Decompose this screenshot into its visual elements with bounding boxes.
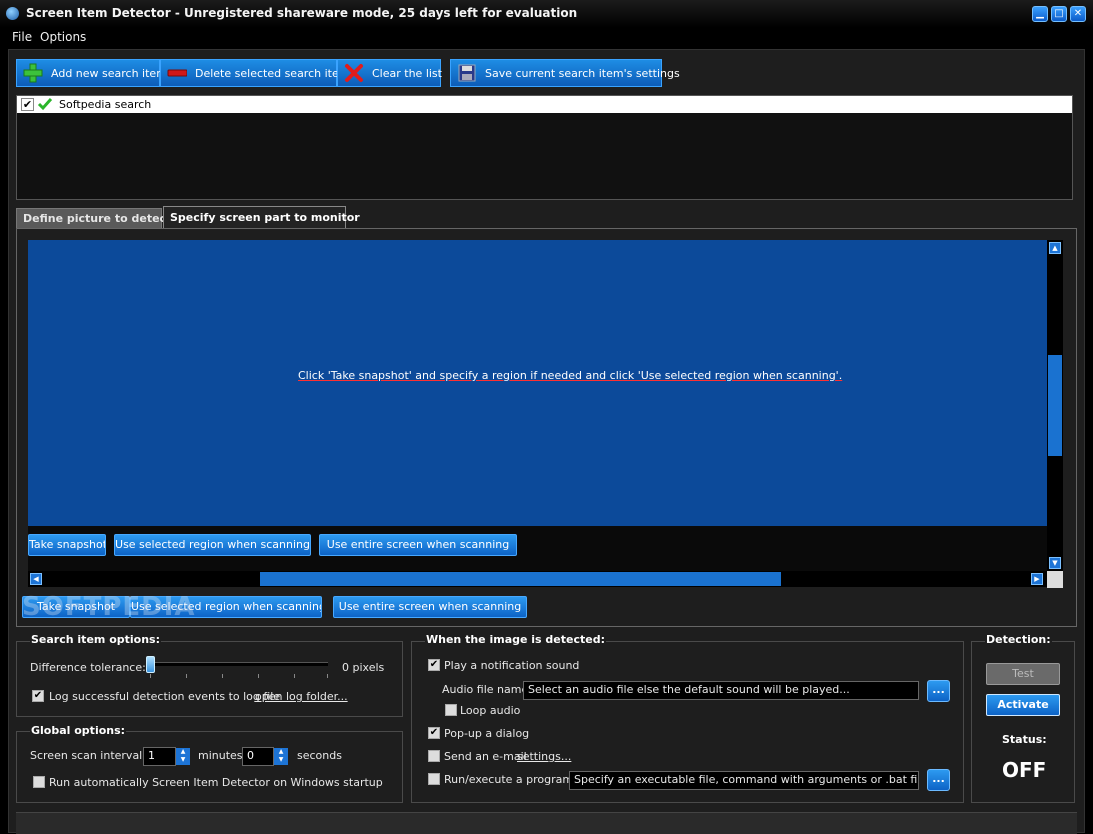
tolerance-slider-thumb[interactable]: [146, 656, 155, 673]
slider-tick: [294, 674, 295, 678]
minutes-input[interactable]: 1: [143, 747, 176, 766]
search-item-options-title: Search item options:: [30, 633, 161, 646]
seconds-input[interactable]: 0: [242, 747, 274, 766]
loop-audio-label: Loop audio: [460, 704, 521, 717]
scan-interval-label: Screen scan interval:: [30, 749, 146, 762]
run-program-checkbox[interactable]: [428, 773, 440, 785]
minus-icon: [167, 63, 188, 83]
seconds-label: seconds: [297, 749, 342, 762]
audio-file-input[interactable]: Select an audio file else the default so…: [523, 681, 919, 700]
preview-use-selected-region-button[interactable]: Use selected region when scanning: [114, 534, 311, 556]
global-options-group: [16, 731, 403, 803]
horizontal-scroll-thumb[interactable]: [260, 572, 781, 586]
play-sound-checkbox[interactable]: ✔: [428, 659, 440, 671]
add-search-item-button[interactable]: Add new search item: [16, 59, 167, 87]
list-item-label: Softpedia search: [59, 98, 152, 111]
audio-file-label: Audio file name:: [442, 683, 532, 696]
tab-specify-screen-part[interactable]: Specify screen part to monitor: [163, 206, 360, 229]
minutes-spin-icon[interactable]: ▲ ▼: [176, 748, 190, 765]
floppy-disk-icon: [457, 63, 477, 83]
loop-audio-checkbox[interactable]: [445, 704, 457, 716]
scroll-corner: [1047, 571, 1063, 588]
menu-options[interactable]: Options: [40, 30, 86, 44]
on-detect-title: When the image is detected:: [425, 633, 606, 646]
browse-audio-button[interactable]: ...: [927, 680, 950, 702]
email-settings-link[interactable]: settings...: [517, 750, 571, 763]
browse-program-button[interactable]: ...: [927, 769, 950, 791]
menu-bar: [0, 28, 1093, 48]
scroll-right-arrow-icon[interactable]: ▶: [1031, 573, 1043, 585]
clear-list-label: Clear the list: [372, 66, 442, 80]
vertical-scroll-thumb[interactable]: [1048, 355, 1062, 456]
slider-tick: [186, 674, 187, 678]
open-log-folder-link[interactable]: open log folder...: [255, 690, 348, 703]
app-icon: [6, 7, 19, 20]
clear-list-button[interactable]: Clear the list: [337, 59, 442, 87]
use-entire-screen-button[interactable]: Use entire screen when scanning: [333, 596, 527, 618]
x-icon: [344, 63, 364, 83]
green-check-icon: [37, 96, 53, 115]
send-email-checkbox[interactable]: [428, 750, 440, 762]
scroll-down-arrow-icon[interactable]: ▼: [1049, 557, 1061, 569]
log-events-label: Log successful detection events to log f…: [49, 690, 281, 703]
search-item-options-group: [16, 641, 403, 717]
delete-search-item-label: Delete selected search item: [195, 66, 350, 80]
global-options-title: Global options:: [30, 724, 127, 737]
softpedia-watermark: SOFTPEDIA: [22, 592, 196, 622]
scroll-left-arrow-icon[interactable]: ◀: [30, 573, 42, 585]
status-bar: [16, 812, 1077, 834]
run-on-startup-label: Run automatically Screen Item Detector o…: [49, 776, 383, 789]
status-label: Status:: [1002, 733, 1047, 746]
slider-tick: [222, 674, 223, 678]
slider-tick: [327, 674, 328, 678]
preview-use-entire-screen-button[interactable]: Use entire screen when scanning: [319, 534, 517, 556]
play-sound-label: Play a notification sound: [444, 659, 580, 672]
list-item[interactable]: ✔ Softpedia search: [17, 96, 1072, 113]
detection-title: Detection:: [985, 633, 1052, 646]
preview-take-snapshot-button[interactable]: Take snapshot: [28, 534, 106, 556]
slider-tick: [258, 674, 259, 678]
maximize-button[interactable]: □: [1051, 6, 1067, 22]
difference-tolerance-label: Difference tolerance:: [30, 661, 146, 674]
log-events-checkbox[interactable]: ✔: [32, 690, 44, 702]
tab-define-picture[interactable]: Define picture to detect: [16, 208, 171, 228]
delete-search-item-button[interactable]: Delete selected search item: [160, 59, 349, 87]
popup-dialog-checkbox[interactable]: ✔: [428, 727, 440, 739]
send-email-label: Send an e-mail: [444, 750, 527, 763]
program-path-input[interactable]: Specify an executable file, command with…: [569, 771, 919, 790]
slider-tick: [150, 674, 151, 678]
plus-icon: [23, 63, 43, 83]
list-item-checkbox[interactable]: ✔: [21, 98, 34, 111]
minimize-button[interactable]: ▁: [1032, 6, 1048, 22]
minutes-label: minutes: [198, 749, 243, 762]
popup-dialog-label: Pop-up a dialog: [444, 727, 530, 740]
run-on-startup-checkbox[interactable]: [33, 776, 45, 788]
run-program-label: Run/execute a program:: [444, 773, 577, 786]
seconds-spin-icon[interactable]: ▲ ▼: [274, 748, 288, 765]
add-search-item-label: Add new search item: [51, 66, 167, 80]
tolerance-value: 0 pixels: [342, 661, 385, 674]
window-title: Screen Item Detector - Unregistered shar…: [26, 6, 578, 20]
menu-file[interactable]: File: [12, 30, 32, 44]
scroll-up-arrow-icon[interactable]: ▲: [1049, 242, 1061, 254]
test-button[interactable]: Test: [986, 663, 1060, 685]
save-settings-label: Save current search item's settings: [485, 66, 680, 80]
close-button[interactable]: ✕: [1070, 6, 1086, 22]
preview-message: Click 'Take snapshot' and specify a regi…: [298, 369, 843, 382]
status-value: OFF: [1002, 758, 1047, 782]
screen-preview[interactable]: [28, 240, 1047, 571]
tolerance-slider-track[interactable]: [150, 662, 328, 666]
activate-button[interactable]: Activate: [986, 694, 1060, 716]
save-settings-button[interactable]: Save current search item's settings: [450, 59, 680, 87]
